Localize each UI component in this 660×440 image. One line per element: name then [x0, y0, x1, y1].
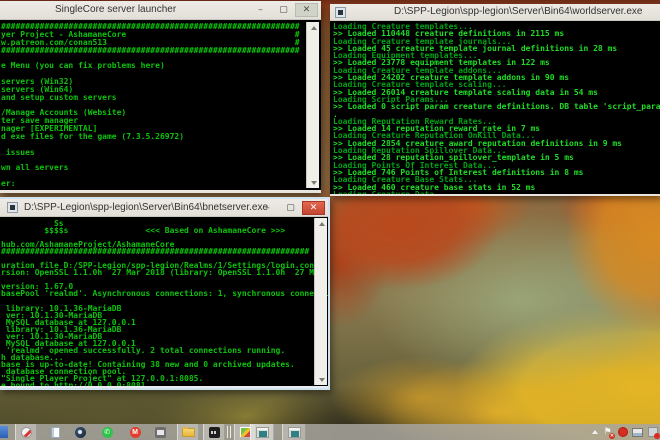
- taskbar-whatsapp-icon[interactable]: ✆: [97, 424, 117, 440]
- launcher-window: SingleCore server launcher – ▢ ✕ #######…: [0, 1, 321, 193]
- taskbar-notepad-icon[interactable]: [45, 424, 65, 440]
- bnetserver-titlebar[interactable]: D:\SPP-Legion\spp-legion\Server\Bin64\bn…: [0, 199, 328, 217]
- scroll-down-icon[interactable]: [315, 374, 328, 385]
- launcher-scrollbar[interactable]: [306, 22, 319, 188]
- console-line: rsion: OpenSSL 1.1.0h 27 Mar 2018 (libra…: [1, 269, 328, 276]
- launcher-titlebar[interactable]: SingleCore server launcher – ▢ ✕: [0, 1, 321, 20]
- console-line: $$$$s <<< Based on AshamaneCore >>>: [1, 227, 328, 234]
- console-line: [1, 141, 321, 149]
- maximize-icon[interactable]: ▢: [272, 3, 295, 17]
- console-app-icon: [335, 7, 346, 18]
- bnetserver-console-text: Ss $$$$s <<< Based on AshamaneCore >>>hu…: [0, 217, 328, 386]
- notifier-icon[interactable]: [617, 427, 628, 438]
- taskbar-blocked-app-icon[interactable]: [15, 424, 37, 440]
- console-line: ########################################…: [1, 47, 321, 55]
- console-line: d exe files for the game (7.3.5.26972): [1, 133, 321, 141]
- launcher-window-title: SingleCore server launcher: [55, 4, 176, 15]
- console-line: er:: [1, 180, 321, 188]
- network-icon[interactable]: [632, 427, 643, 438]
- taskbar-partial-app-icon[interactable]: [0, 424, 11, 440]
- console-line: >> Loaded 0 script param creature defini…: [333, 103, 660, 110]
- console-line: ########################################…: [1, 248, 328, 255]
- maximize-icon[interactable]: ▢: [279, 201, 302, 215]
- taskbar-steam-icon[interactable]: [70, 424, 90, 440]
- bnetserver-window: D:\SPP-Legion\spp-legion\Server\Bin64\bn…: [0, 197, 330, 390]
- bnetserver-scrollbar[interactable]: [314, 218, 327, 385]
- taskbar-console-window-2-icon[interactable]: [282, 424, 306, 440]
- bnetserver-console: Ss $$$$s <<< Based on AshamaneCore >>>hu…: [0, 217, 328, 386]
- launcher-console: ########################################…: [0, 20, 321, 190]
- console-line: issues: [1, 149, 321, 157]
- scroll-up-icon[interactable]: [315, 218, 328, 229]
- system-tray: ⚑✕: [592, 424, 658, 440]
- scroll-down-icon[interactable]: [307, 177, 320, 188]
- tray-app-alert-icon[interactable]: [647, 427, 658, 438]
- taskbar-gmail-icon[interactable]: M: [125, 424, 145, 440]
- taskbar: ✆ M ⚑✕: [0, 424, 660, 440]
- taskbar-divider: [227, 426, 231, 438]
- screen: SingleCore server launcher – ▢ ✕ #######…: [0, 0, 660, 440]
- close-icon[interactable]: ✕: [302, 201, 325, 215]
- console-line: basePool 'realmd'. Asynchronous connecti…: [1, 290, 328, 297]
- taskbar-media-app-icon[interactable]: [150, 424, 170, 440]
- scroll-up-icon[interactable]: [307, 22, 320, 33]
- launcher-console-text: ########################################…: [0, 20, 321, 188]
- taskbar-console-window-1-icon[interactable]: [250, 424, 274, 440]
- taskbar-dark-app-icon[interactable]: [203, 424, 225, 440]
- worldserver-window-title: D:\SPP-Legion\spp-legion\Server\Bin64\wo…: [394, 6, 642, 17]
- console-line: e Menu (you can fix problems here): [1, 62, 321, 70]
- show-hidden-icons-icon[interactable]: [592, 430, 598, 434]
- taskbar-file-explorer-icon[interactable]: [177, 424, 199, 440]
- worldserver-titlebar[interactable]: D:\SPP-Legion\spp-legion\Server\Bin64\wo…: [330, 4, 660, 21]
- console-app-icon: [7, 202, 18, 213]
- minimize-icon[interactable]: –: [256, 201, 279, 215]
- bnetserver-window-title: D:\SPP-Legion\spp-legion\Server\Bin64\bn…: [24, 202, 268, 213]
- console-line: [1, 172, 321, 180]
- worldserver-console: Loading Creature templates...>> Loaded 1…: [330, 21, 660, 194]
- console-line: wn all servers: [1, 164, 321, 172]
- worldserver-window: D:\SPP-Legion\spp-legion\Server\Bin64\wo…: [330, 4, 660, 196]
- action-center-icon[interactable]: ⚑✕: [602, 427, 613, 438]
- worldserver-console-text: Loading Creature templates...>> Loaded 1…: [330, 21, 660, 194]
- close-icon[interactable]: ✕: [295, 3, 318, 17]
- minimize-icon[interactable]: –: [249, 3, 272, 17]
- console-line: and setup custom servers: [1, 94, 321, 102]
